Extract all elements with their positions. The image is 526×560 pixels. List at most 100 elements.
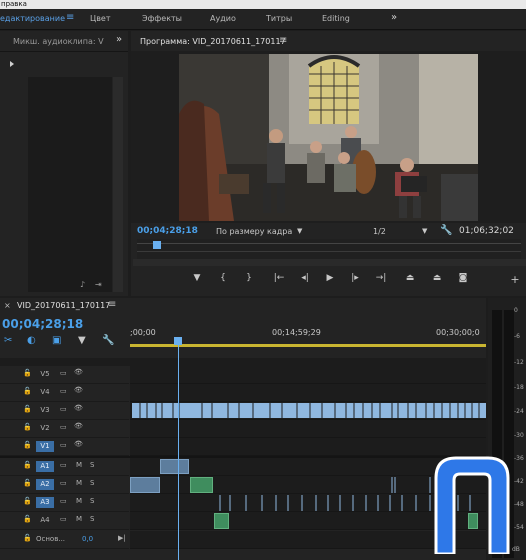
camera-icon[interactable]: ◙ (455, 273, 471, 283)
track-label[interactable]: A3 (36, 497, 54, 508)
playhead-handle[interactable] (153, 241, 161, 249)
lock-icon[interactable]: 🔓 (23, 387, 32, 395)
eye-icon[interactable]: 👁 (74, 386, 83, 394)
wrench-icon[interactable]: 🔧 (102, 335, 114, 346)
end-marker-icon[interactable]: ▶| (118, 534, 126, 542)
hamburger-icon[interactable]: ≡ (66, 12, 74, 23)
track-label[interactable]: A2 (36, 479, 54, 490)
chevron-down-icon[interactable]: ▼ (422, 227, 427, 235)
master-volume-value[interactable]: 0,0 (82, 535, 93, 543)
lock-icon[interactable]: 🔓 (23, 515, 32, 523)
track-lane-v2[interactable] (130, 420, 486, 438)
step-back-icon[interactable]: ◂| (297, 273, 313, 283)
resolution-dropdown[interactable]: 1/2 (373, 227, 386, 236)
program-timecode[interactable]: 00;04;28;18 (137, 226, 198, 236)
audio-clip-green[interactable] (190, 477, 213, 493)
insert-sequence-icon[interactable]: ▣ (52, 335, 61, 346)
track-header-v2[interactable]: 🔓 V2 ▭ 👁 (0, 420, 129, 438)
extract-icon[interactable]: ⏏ (429, 273, 445, 283)
track-header-v1[interactable]: 🔓 V1 ▭ 👁 (0, 438, 129, 456)
audio-clip[interactable] (160, 459, 189, 474)
lock-icon[interactable]: 🔓 (23, 423, 32, 431)
track-header-a2[interactable]: 🔓 A2 ▭ M S (0, 476, 129, 494)
play-icon[interactable]: ▶ (322, 273, 338, 283)
solo-button[interactable]: S (90, 515, 94, 523)
program-monitor-title[interactable]: Программа: VID_20170611_170117 (140, 37, 286, 46)
eye-icon[interactable]: 👁 (74, 440, 83, 448)
scrollbar[interactable] (113, 77, 123, 292)
timeline-timecode[interactable]: 00;04;28;18 (2, 317, 83, 331)
track-header-v3[interactable]: 🔓 V3 ▭ 👁 (0, 402, 129, 420)
expand-arrow-icon[interactable] (10, 61, 14, 67)
add-marker-icon[interactable]: ▼ (189, 273, 205, 283)
lock-icon[interactable]: 🔓 (23, 479, 32, 487)
lock-icon[interactable]: 🔓 (23, 405, 32, 413)
solo-button[interactable]: S (90, 479, 94, 487)
double-chevron-right-icon[interactable]: » (116, 34, 122, 45)
track-header-a1[interactable]: 🔓 A1 ▭ M S (0, 458, 129, 476)
sync-lock-icon[interactable]: ▭ (60, 387, 67, 395)
eye-icon[interactable]: 👁 (74, 368, 83, 376)
lift-icon[interactable]: ⏏ (402, 273, 418, 283)
track-lane-v5[interactable] (130, 366, 486, 384)
audio-clip-green[interactable] (214, 513, 229, 529)
sync-lock-icon[interactable]: ▭ (60, 369, 67, 377)
close-icon[interactable]: × (4, 301, 11, 310)
step-forward-icon[interactable]: |▸ (347, 273, 363, 283)
mini-timeline[interactable] (137, 239, 521, 259)
fit-dropdown[interactable]: По размеру кадра (216, 227, 292, 236)
menu-item-edit[interactable]: правка (1, 0, 27, 8)
workspace-editing-en[interactable]: Editing (322, 14, 350, 23)
export-icon[interactable]: ⇥ (95, 280, 102, 289)
track-lane-v4[interactable] (130, 384, 486, 402)
lock-icon[interactable]: 🔓 (23, 461, 32, 469)
video-frame[interactable] (179, 54, 478, 221)
playhead-line[interactable] (178, 338, 179, 560)
sync-lock-icon[interactable]: ▭ (60, 441, 67, 449)
go-to-out-icon[interactable]: →| (373, 273, 389, 283)
work-area-bar[interactable] (130, 344, 486, 347)
track-header-v4[interactable]: 🔓 V4 ▭ 👁 (0, 384, 129, 402)
zoom-scrollbar[interactable] (133, 259, 526, 266)
mute-button[interactable]: M (76, 497, 82, 505)
mute-button[interactable]: M (76, 515, 82, 523)
solo-button[interactable]: S (90, 497, 94, 505)
track-header-a3[interactable]: 🔓 A3 ▭ M S (0, 494, 129, 512)
mark-out-icon[interactable]: } (241, 273, 257, 283)
workspace-effects[interactable]: Эффекты (142, 14, 182, 23)
workspace-color[interactable]: Цвет (90, 14, 111, 23)
track-label[interactable]: V1 (36, 441, 54, 452)
sync-lock-icon[interactable]: ▭ (60, 515, 67, 523)
mute-button[interactable]: M (76, 479, 82, 487)
master-track-header[interactable]: 🔓 Основ... 0,0 ▶| (0, 531, 129, 549)
sequence-tab[interactable]: VID_20170611_170117 (17, 301, 110, 310)
eye-icon[interactable]: 👁 (74, 422, 83, 430)
snap-icon[interactable]: ✂ (4, 335, 12, 346)
time-ruler[interactable]: ;00;00 00;14;59;29 00;30;00;0 (130, 326, 486, 350)
wrench-icon[interactable]: 🔧 (440, 225, 452, 236)
track-header-v5[interactable]: 🔓 V5 ▭ 👁 (0, 366, 129, 384)
sync-lock-icon[interactable]: ▭ (60, 461, 67, 469)
tab-audio-clip-mixer[interactable]: Микш. аудиоклипа: V (13, 37, 104, 46)
sync-lock-icon[interactable]: ▭ (60, 497, 67, 505)
linked-selection-icon[interactable]: ◐ (27, 335, 36, 346)
track-header-a4[interactable]: 🔓 A4 ▭ M S (0, 512, 129, 530)
double-chevron-right-icon[interactable]: » (391, 12, 397, 23)
marker-icon[interactable]: ▼ (78, 335, 86, 346)
sync-lock-icon[interactable]: ▭ (60, 405, 67, 413)
lock-icon[interactable]: 🔓 (23, 497, 32, 505)
track-lane-v3[interactable] (130, 402, 486, 420)
sync-lock-icon[interactable]: ▭ (60, 423, 67, 431)
chevron-down-icon[interactable]: ▼ (297, 227, 302, 235)
lock-icon[interactable]: 🔓 (23, 534, 32, 542)
workspace-editing-ru[interactable]: едактирование (0, 14, 65, 23)
lock-icon[interactable]: 🔓 (23, 369, 32, 377)
hamburger-icon[interactable]: ≡ (279, 35, 287, 46)
mark-in-icon[interactable]: { (215, 273, 231, 283)
track-label[interactable]: A1 (36, 461, 54, 472)
lock-icon[interactable]: 🔓 (23, 441, 32, 449)
go-to-in-icon[interactable]: |← (271, 273, 287, 283)
eye-icon[interactable]: 👁 (74, 404, 83, 412)
workspace-audio[interactable]: Аудио (210, 14, 236, 23)
solo-button[interactable]: S (90, 461, 94, 469)
